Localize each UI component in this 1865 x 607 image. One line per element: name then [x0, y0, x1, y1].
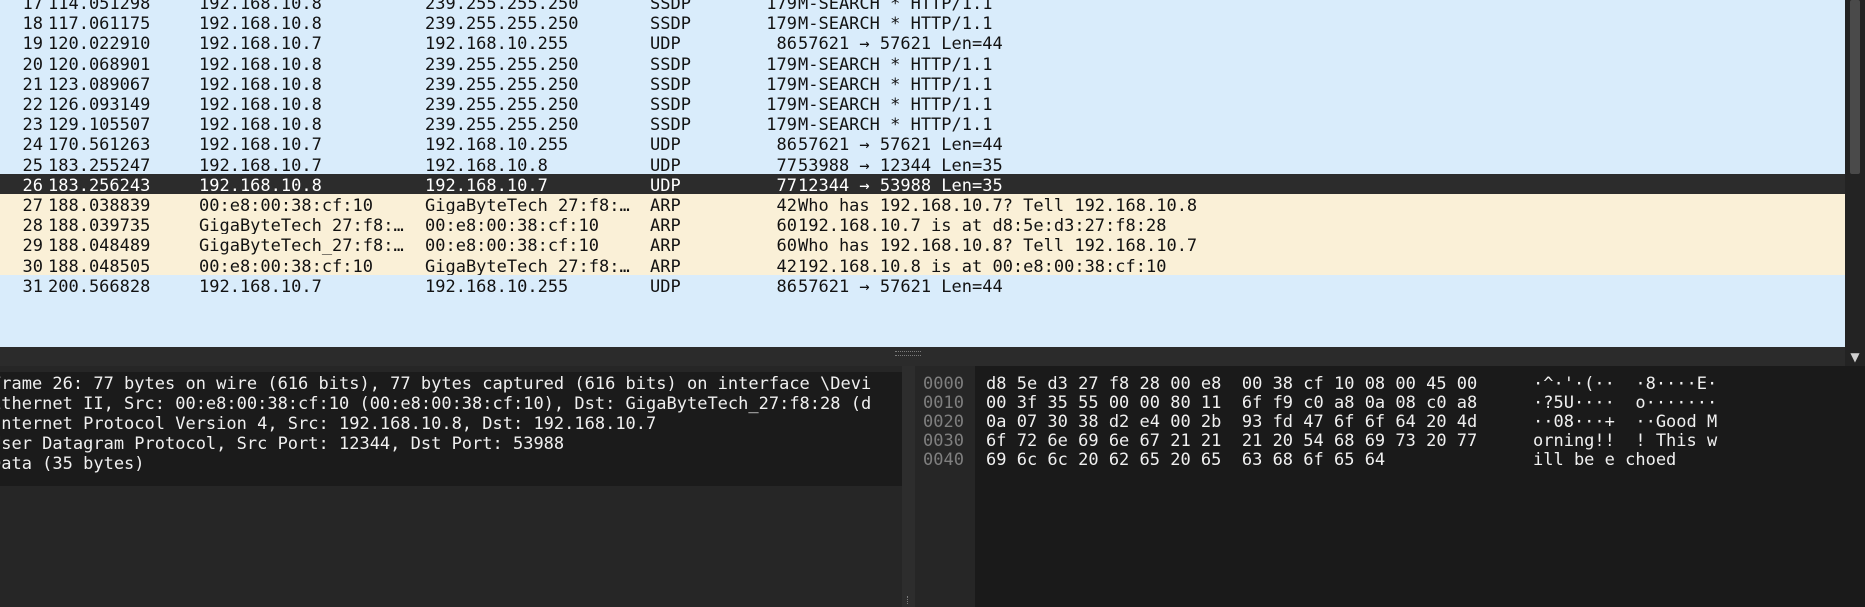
packet-row[interactable]: 31 200.566828 192.168.10.7 192.168.10.255 UD…	[0, 274, 1845, 299]
packet-details-pane[interactable]: Frame 26: 77 bytes on wire (616 bits), 7…	[0, 366, 902, 607]
packet-details-tree[interactable]: Frame 26: 77 bytes on wire (616 bits), 7…	[0, 372, 902, 486]
cell-info: 57621 → 57621 Len=44	[798, 276, 1003, 297]
cell-no: 31	[22, 276, 43, 297]
hex-ascii: ill be e choed	[1533, 450, 1677, 470]
wireshark-window: 17 114.051298 192.168.10.8 239.255.255.250 S…	[0, 0, 1865, 607]
hex-row[interactable]: 0040 69 6c 6c 20 62 65 20 65 63 68 6f 65 …	[915, 449, 1865, 472]
hex-bytes: 69 6c 6c 20 62 65 20 65 63 68 6f 65 64	[986, 450, 1386, 470]
cell-protocol: UDP	[650, 276, 681, 297]
pane-splitter-horizontal[interactable]	[0, 347, 1845, 366]
cell-time: 200.566828	[48, 276, 151, 297]
cell-source: 192.168.10.7	[199, 276, 322, 297]
pane-splitter-vertical[interactable]	[902, 366, 915, 607]
splitter-grip-icon[interactable]	[895, 351, 921, 356]
cell-destination: 192.168.10.255	[425, 276, 569, 297]
cell-length: 86	[776, 276, 797, 297]
splitter-grip-icon[interactable]	[907, 596, 911, 604]
detail-line-data[interactable]: Data (35 bytes)	[0, 452, 502, 476]
hex-offset: 0040	[923, 450, 964, 470]
packet-list-scrollbar[interactable]: ▼	[1845, 0, 1865, 366]
scroll-down-arrow-icon[interactable]: ▼	[1845, 348, 1865, 366]
packet-bytes-pane[interactable]: 0000 d8 5e d3 27 f8 28 00 e8 00 38 cf 10 …	[915, 366, 1865, 607]
packet-list[interactable]: 17 114.051298 192.168.10.8 239.255.255.250 S…	[0, 0, 1845, 347]
scrollbar-thumb[interactable]	[1850, 0, 1860, 174]
